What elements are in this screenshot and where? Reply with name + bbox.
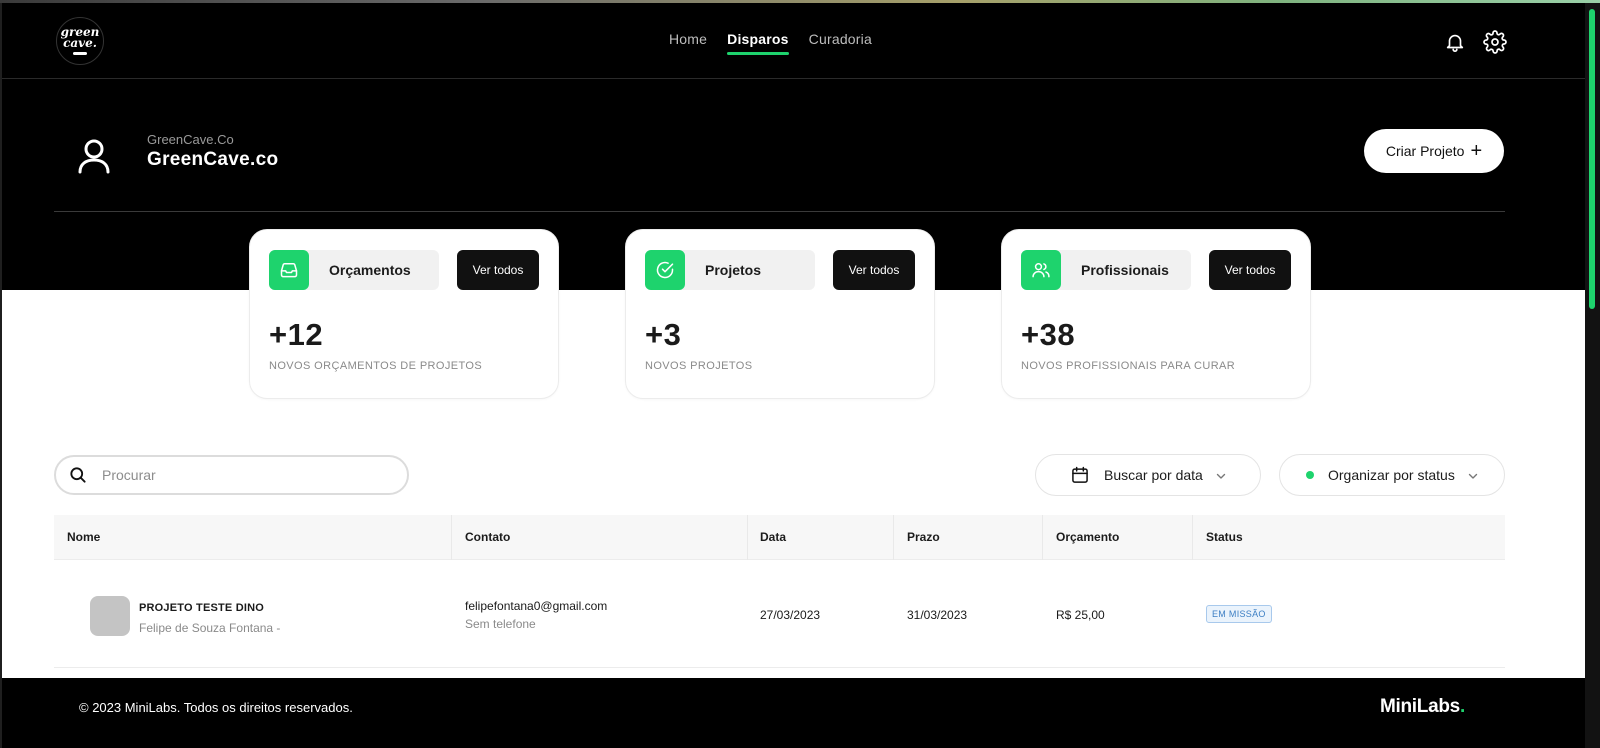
nav-links: Home Disparos Curadoria: [669, 31, 872, 55]
inbox-icon: [269, 250, 309, 290]
card-value: +38: [1021, 317, 1076, 352]
project-name: PROJETO TESTE DINO: [139, 602, 265, 614]
nav-curadoria[interactable]: Curadoria: [809, 31, 872, 55]
card-title: Projetos: [705, 262, 762, 278]
page: green cave. Home Disparos Curadoria Gree…: [2, 3, 1585, 748]
column-header-contato[interactable]: Contato: [465, 530, 510, 544]
logo-line-2: cave.: [63, 36, 97, 50]
org-name: GreenCave.co: [147, 149, 279, 170]
status-dot-icon: [1306, 471, 1314, 479]
footer: © 2023 MiniLabs. Todos os direitos reser…: [2, 678, 1585, 748]
column-divider: [451, 515, 452, 560]
view-all-button[interactable]: Ver todos: [457, 250, 539, 290]
card-title: Profissionais: [1081, 262, 1169, 278]
view-all-button[interactable]: Ver todos: [833, 250, 915, 290]
top-navbar: green cave. Home Disparos Curadoria: [2, 3, 1585, 79]
date-filter-dropdown[interactable]: Buscar por data: [1035, 454, 1261, 496]
status-filter-label: Organizar por status: [1328, 467, 1455, 483]
view-all-button[interactable]: Ver todos: [1209, 250, 1291, 290]
contact-email: felipefontana0@gmail.com: [465, 599, 608, 613]
logo-bar: [73, 51, 87, 55]
date-filter-label: Buscar por data: [1104, 467, 1203, 483]
brand-name: MiniLabs: [1380, 696, 1460, 717]
nav-disparos-label: Disparos: [727, 31, 789, 47]
copyright-text: © 2023 MiniLabs. Todos os direitos reser…: [79, 700, 353, 715]
gear-icon[interactable]: [1482, 29, 1508, 55]
project-budget: R$ 25,00: [1056, 608, 1105, 622]
status-badge: EM MISSÃO: [1206, 605, 1272, 623]
card-caption: NOVOS PROJETOS: [645, 360, 753, 372]
bell-icon[interactable]: [1442, 29, 1468, 55]
user-icon: [74, 136, 114, 176]
search-icon: [68, 465, 88, 485]
create-project-button[interactable]: Criar Projeto +: [1364, 129, 1504, 173]
status-filter-dropdown[interactable]: Organizar por status: [1279, 454, 1505, 496]
project-date: 27/03/2023: [760, 608, 821, 622]
card-projetos: Projetos Ver todos +3 NOVOS PROJETOS: [625, 229, 935, 399]
column-header-data[interactable]: Data: [760, 530, 786, 544]
create-project-label: Criar Projeto: [1385, 143, 1465, 159]
table-row[interactable]: PROJETO TESTE DINO Felipe de Souza Fonta…: [54, 561, 1505, 668]
users-icon: [1021, 250, 1061, 290]
page-scrollbar[interactable]: [1585, 3, 1600, 748]
minilabs-logo[interactable]: MiniLabs.: [1380, 696, 1465, 718]
column-divider: [747, 515, 748, 560]
card-orcamentos: Orçamentos Ver todos +12 NOVOS ORÇAMENTO…: [249, 229, 559, 399]
card-caption: NOVOS PROFISSIONAIS PARA CURAR: [1021, 360, 1236, 372]
greencave-logo[interactable]: green cave.: [56, 17, 104, 65]
project-deadline: 31/03/2023: [907, 608, 968, 622]
project-avatar: [90, 596, 130, 636]
card-header: Orçamentos: [269, 250, 439, 290]
card-value: +12: [269, 317, 324, 352]
chevron-down-icon: [1467, 469, 1479, 481]
plus-icon: +: [1470, 140, 1483, 162]
contact-phone: Sem telefone: [465, 617, 536, 631]
column-divider: [1042, 515, 1043, 560]
column-header-nome[interactable]: Nome: [67, 530, 100, 544]
nav-curadoria-label: Curadoria: [808, 31, 872, 47]
search-input[interactable]: [102, 467, 362, 483]
nav-disparos[interactable]: Disparos: [727, 31, 789, 55]
column-header-status[interactable]: Status: [1206, 530, 1243, 544]
project-owner: Felipe de Souza Fontana -: [139, 621, 281, 635]
search-box: [54, 455, 409, 495]
nav-home-label: Home: [669, 31, 708, 47]
card-header: Profissionais: [1021, 250, 1191, 290]
active-nav-indicator: [727, 52, 789, 55]
table-header: Nome Contato Data Prazo Orçamento Status: [54, 515, 1505, 560]
org-handle: GreenCave.Co: [147, 132, 234, 147]
nav-home[interactable]: Home: [669, 31, 707, 55]
column-header-prazo[interactable]: Prazo: [907, 530, 940, 544]
card-profissionais: Profissionais Ver todos +38 NOVOS PROFIS…: [1001, 229, 1311, 399]
card-caption: NOVOS ORÇAMENTOS DE PROJETOS: [269, 360, 483, 372]
check-circle-icon: [645, 250, 685, 290]
card-value: +3: [645, 317, 682, 352]
card-title: Orçamentos: [329, 262, 411, 278]
scrollbar-thumb[interactable]: [1589, 9, 1595, 309]
column-divider: [1192, 515, 1193, 560]
brand-dot: .: [1459, 696, 1465, 717]
column-header-orcamento[interactable]: Orçamento: [1056, 530, 1119, 544]
card-header: Projetos: [645, 250, 815, 290]
calendar-icon: [1070, 465, 1090, 485]
hero-divider: [54, 211, 1505, 212]
column-divider: [893, 515, 894, 560]
chevron-down-icon: [1215, 469, 1227, 481]
